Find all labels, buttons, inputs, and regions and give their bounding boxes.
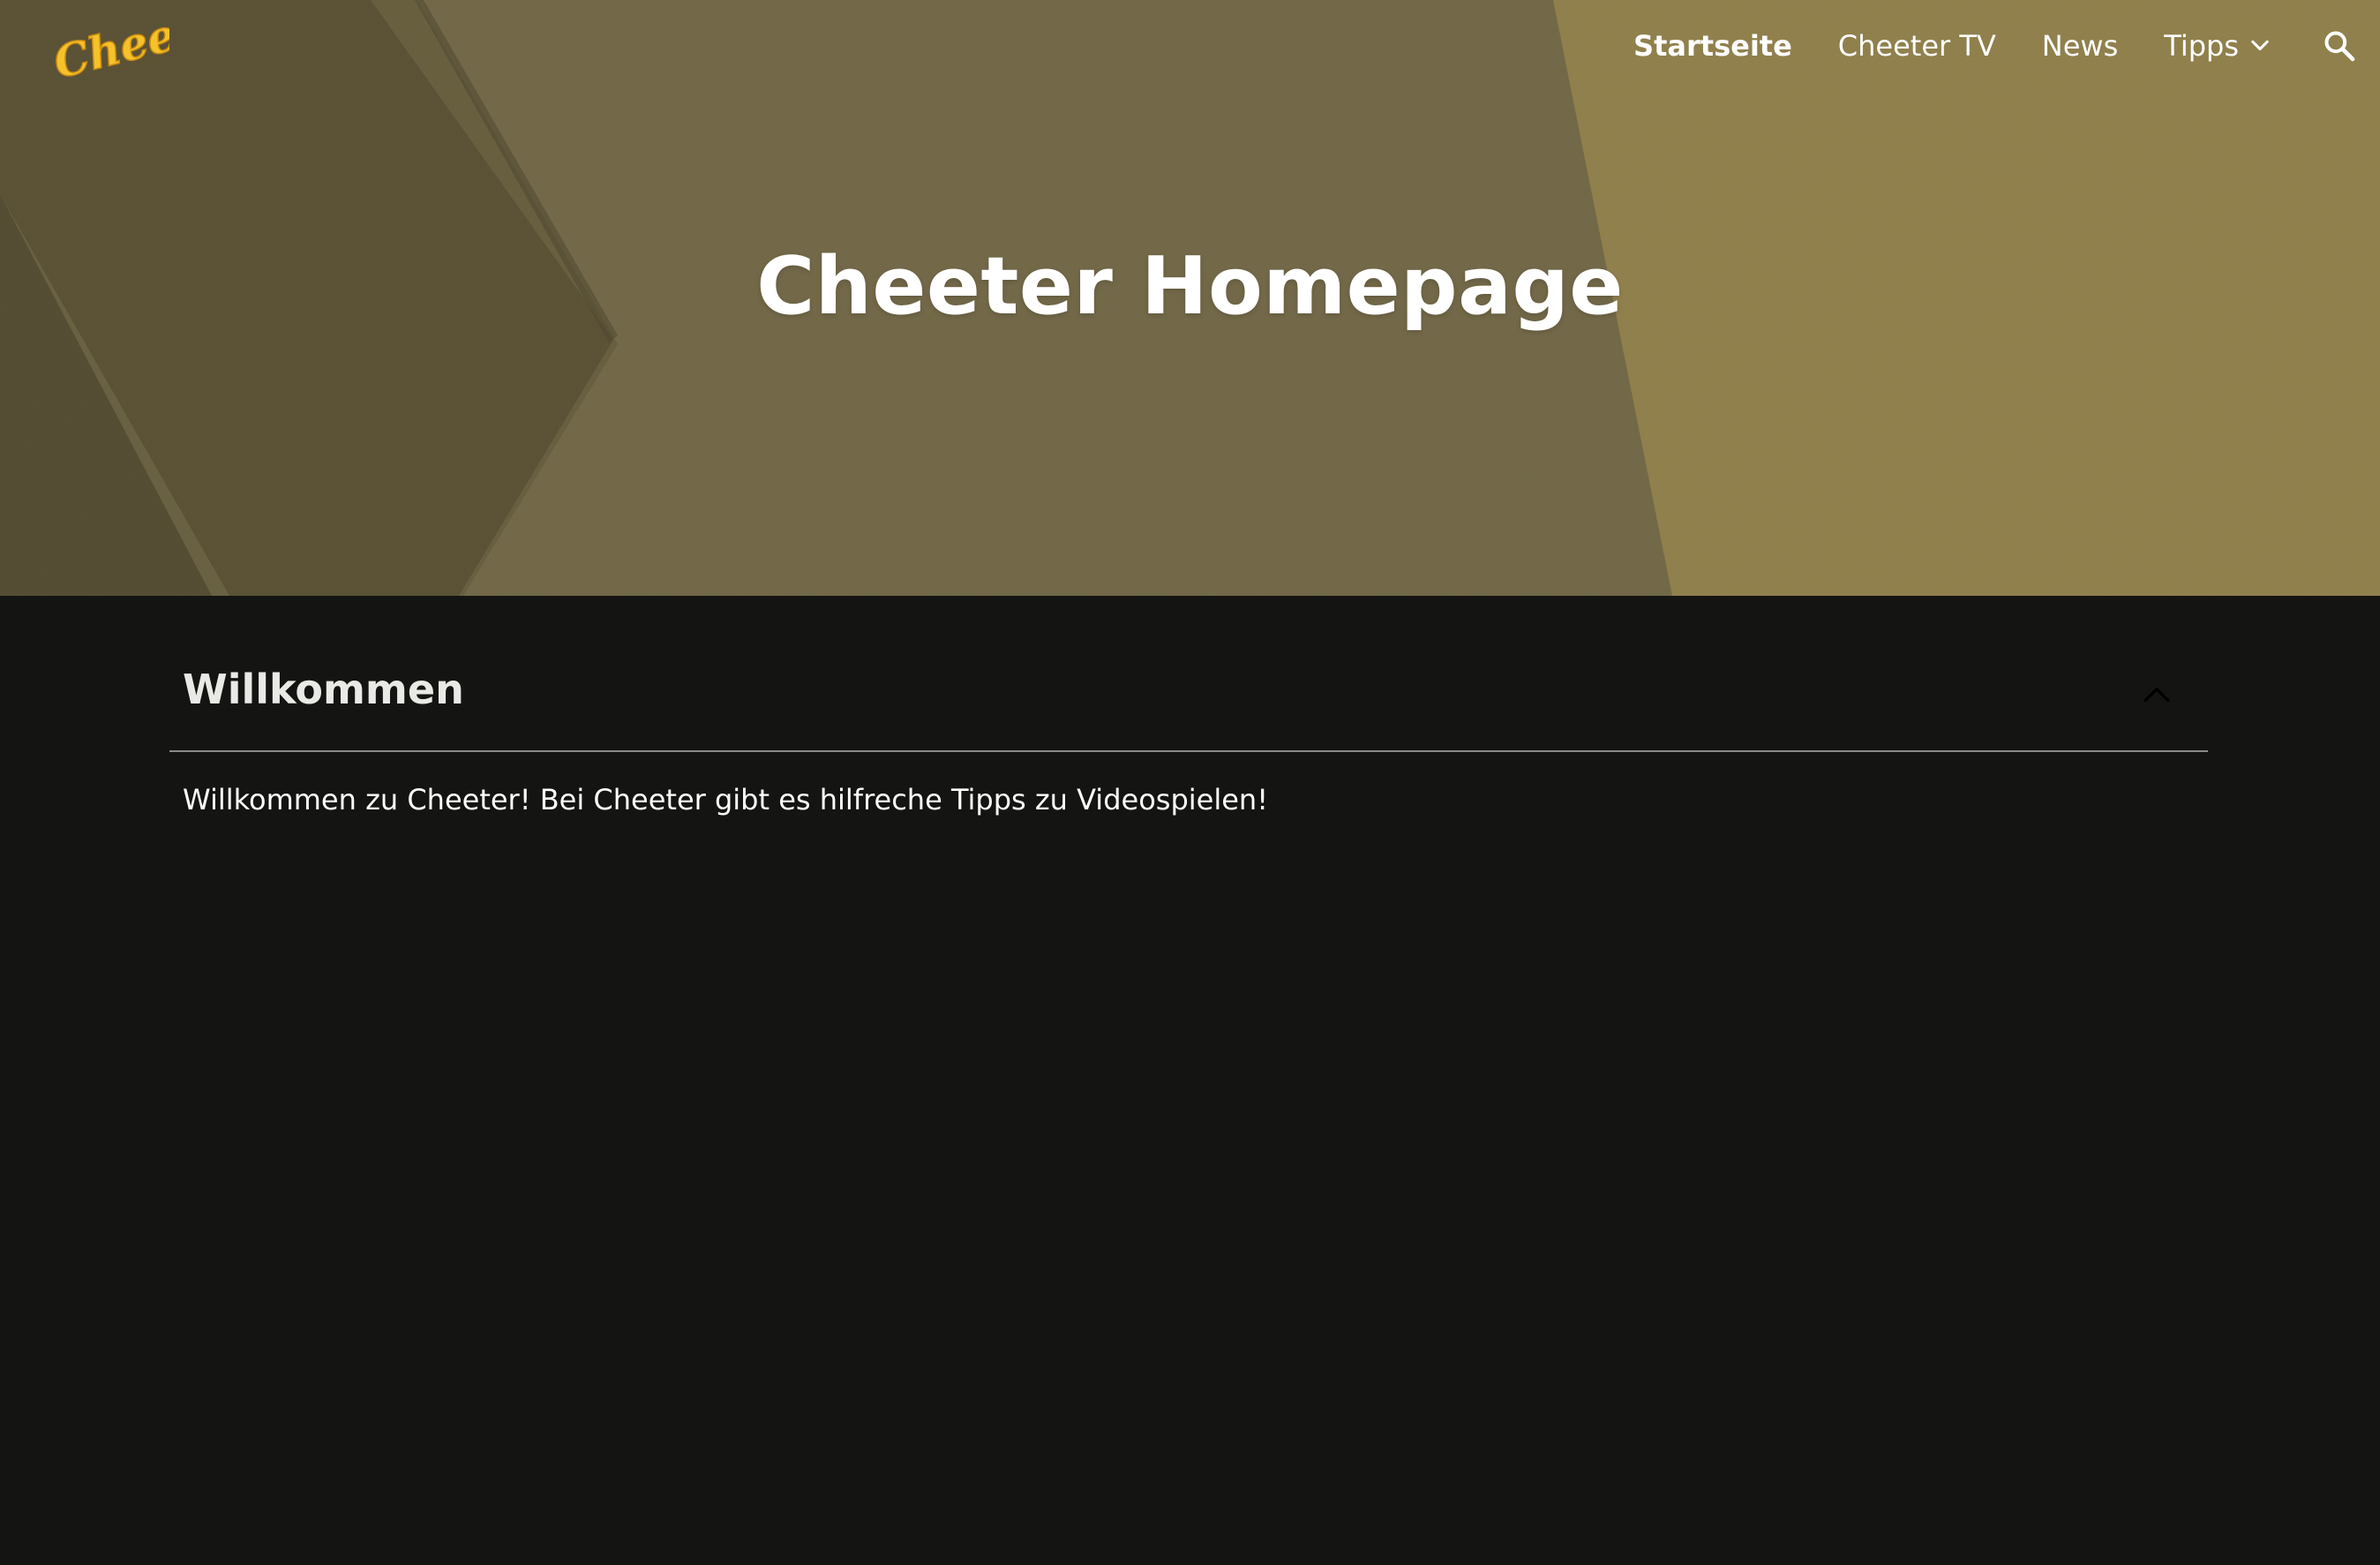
main-nav: Startseite Cheeter TV News Tipps — [1633, 21, 2380, 71]
nav-startseite[interactable]: Startseite — [1633, 21, 1792, 71]
section-header[interactable]: Willkommen — [169, 653, 2208, 752]
nav-tipps-dropdown[interactable]: Tipps — [2164, 21, 2272, 71]
hero-banner: Cheeter Startseite Cheeter TV News Tipps… — [0, 0, 2380, 596]
section-title: Willkommen — [183, 666, 464, 713]
search-icon — [2324, 31, 2355, 62]
svg-text:Cheeter: Cheeter — [49, 7, 169, 78]
willkommen-section: Willkommen Willkommen zu Cheeter! Bei Ch… — [169, 653, 2208, 821]
chevron-down-icon[interactable] — [2248, 34, 2272, 58]
section-text: Willkommen zu Cheeter! Bei Cheeter gibt … — [183, 783, 1269, 816]
chevron-up-icon[interactable] — [2137, 676, 2176, 715]
nav-cheeter-tv[interactable]: Cheeter TV — [1838, 21, 1996, 71]
nav-news[interactable]: News — [2042, 21, 2118, 71]
cheeter-logo[interactable]: Cheeter — [46, 7, 169, 78]
page-title: Cheeter Homepage — [756, 240, 1624, 333]
nav-tipps[interactable]: Tipps — [2164, 21, 2239, 71]
search-button[interactable] — [2318, 25, 2361, 67]
